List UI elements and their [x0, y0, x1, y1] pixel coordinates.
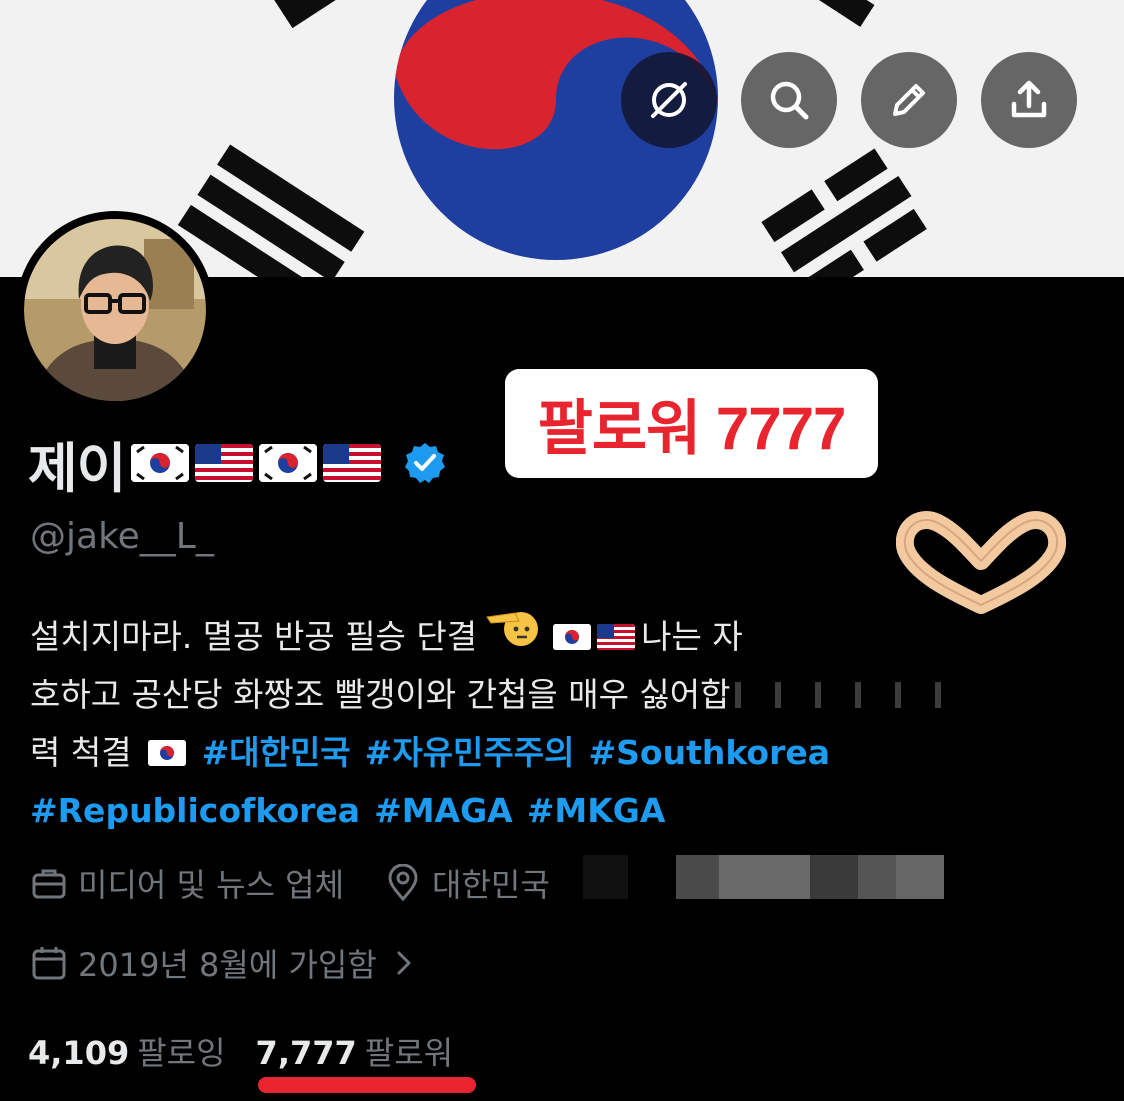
- callout-text: 팔로워 7777: [537, 395, 847, 462]
- us-flag-icon: [597, 624, 636, 650]
- following-count[interactable]: 4,109: [28, 1034, 129, 1072]
- profile-joined-date: 2019년 8월에 가입함: [78, 946, 377, 984]
- edit-button[interactable]: [861, 52, 957, 148]
- share-button[interactable]: [981, 52, 1077, 148]
- red-underline-annotation: [258, 1077, 476, 1093]
- profile-name-row: 제이: [28, 428, 447, 500]
- redacted-block: [583, 855, 628, 899]
- hashtag-link[interactable]: #자유민주주의: [365, 724, 575, 782]
- profile-joined-row[interactable]: 2019년 8월에 가입함: [30, 940, 419, 986]
- bio-line-1-tail: 나는 자: [641, 617, 743, 656]
- display-name: 제이: [28, 436, 126, 500]
- search-icon: [770, 81, 809, 120]
- location-pin-icon: [388, 864, 418, 902]
- briefcase-icon: [32, 869, 66, 899]
- kr-flag-icon: [259, 444, 318, 482]
- followers-callout: 팔로워 7777: [505, 369, 878, 478]
- redacted-text: [734, 682, 960, 708]
- verified-badge-icon[interactable]: [403, 441, 447, 485]
- following-label[interactable]: 팔로잉: [137, 1028, 225, 1074]
- hashtag-link[interactable]: #MAGA: [374, 782, 513, 840]
- avatar[interactable]: [16, 211, 214, 409]
- profile-meta-row: 미디어 및 뉴스 업체 대한민국: [30, 860, 550, 906]
- user-handle: @jake__L_: [30, 516, 214, 557]
- calendar-icon: [32, 947, 66, 980]
- kr-flag-icon: [147, 740, 186, 766]
- kr-flag-icon: [131, 444, 190, 482]
- follow-stats: 4,109 팔로잉 7,777 팔로워: [28, 1028, 483, 1074]
- profile-category: 미디어 및 뉴스 업체: [78, 866, 345, 904]
- edit-icon: [893, 84, 925, 116]
- kr-flag-icon: [553, 624, 592, 650]
- search-button[interactable]: [741, 52, 837, 148]
- followers-label[interactable]: 팔로워: [365, 1028, 453, 1074]
- chevron-right-icon: [397, 951, 411, 975]
- share-icon: [1011, 80, 1047, 118]
- heart-hands-icon: [896, 511, 1066, 614]
- us-flag-icon: [323, 444, 382, 482]
- hashtag-link[interactable]: #Southkorea: [588, 724, 830, 782]
- bio-line-3: 력 척결: [30, 733, 132, 772]
- profile-location: 대한민국: [432, 866, 550, 904]
- us-flag-icon: [195, 444, 254, 482]
- bio-line-1: 설치지마라. 멸공 반공 필승 단결: [30, 617, 478, 656]
- grok-icon: [651, 82, 687, 118]
- hashtag-link[interactable]: #MKGA: [527, 782, 666, 840]
- bio-line-2: 호하고 공산당 화짱조 빨갱이와 간첩을 매우 싫어합: [30, 675, 731, 714]
- hashtag-link[interactable]: #Republicofkorea: [30, 782, 360, 840]
- profile-bio: 설치지마라. 멸공 반공 필승 단결 나는 자 호하고 공산당 화짱조 빨갱이와…: [30, 608, 960, 840]
- redacted-block: [676, 855, 944, 899]
- grok-button[interactable]: [621, 52, 717, 148]
- saluting-face-icon: [485, 607, 539, 667]
- hashtag-link[interactable]: #대한민국: [202, 724, 351, 782]
- followers-count[interactable]: 7,777: [256, 1034, 357, 1072]
